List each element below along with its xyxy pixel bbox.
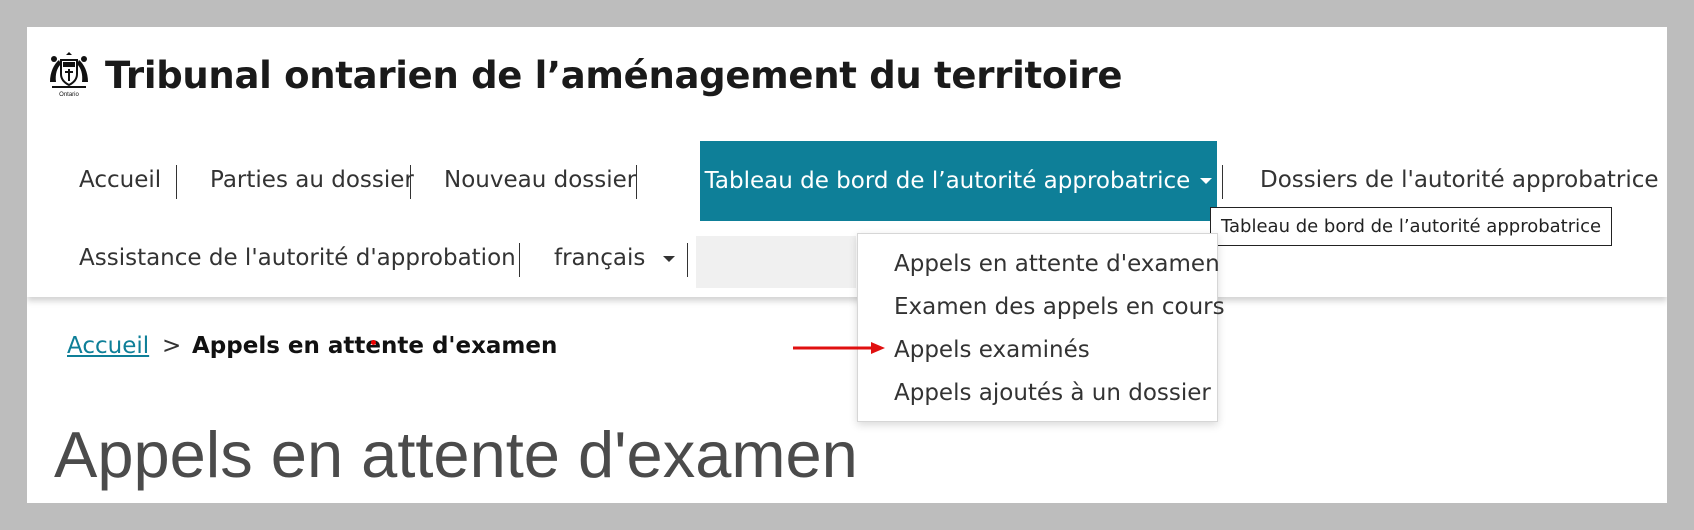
menu-item-examen-en-cours[interactable]: Examen des appels en cours: [894, 294, 1225, 320]
nav-divider: [176, 165, 177, 199]
annotation-dot: [371, 340, 376, 345]
menu-item-appels-examines[interactable]: Appels examinés: [894, 337, 1090, 363]
breadcrumb-current: Appels en attente d'examen: [192, 333, 558, 359]
nav-item-label: Dossiers de l'autorité approbatrice: [1260, 167, 1659, 193]
caret-down-icon: [662, 255, 675, 262]
nav-item-accueil[interactable]: Accueil: [79, 167, 161, 193]
nav-divider: [410, 165, 411, 199]
breadcrumb-home-link[interactable]: Accueil: [67, 333, 149, 359]
nav-item-label: Tableau de bord de l’autorité approbatri…: [704, 168, 1191, 194]
svg-text:Ontario: Ontario: [59, 92, 79, 98]
site-title[interactable]: Tribunal ontarien de l’aménagement du te…: [105, 54, 1122, 97]
page-title: Appels en attente d'examen: [54, 418, 858, 491]
nav-item-parties-au-dossier[interactable]: Parties au dossier: [210, 167, 414, 193]
language-selector[interactable]: français: [554, 245, 675, 271]
nav-tooltip: Tableau de bord de l’autorité approbatri…: [1210, 207, 1613, 246]
dashboard-dropdown-menu: Appels en attente d'examen Examen des ap…: [857, 233, 1225, 422]
breadcrumb-separator: >: [162, 333, 182, 359]
browser-viewport: Ontario Tribunal ontarien de l’aménageme…: [27, 27, 1667, 503]
language-label: français: [554, 245, 646, 271]
nav-item-tableau-de-bord[interactable]: Tableau de bord de l’autorité approbatri…: [700, 141, 1217, 221]
nav-item-dossiers-autorite[interactable]: Dossiers de l'autorité approbatrice: [1260, 167, 1667, 193]
nav-divider: [636, 165, 637, 199]
ontario-logo-icon[interactable]: Ontario: [44, 52, 94, 98]
red-arrow-annotation-icon: [793, 342, 885, 354]
site-header: Ontario Tribunal ontarien de l’aménageme…: [27, 27, 1667, 297]
search-input[interactable]: [696, 236, 856, 288]
nav-item-assistance[interactable]: Assistance de l'autorité d'approbation: [79, 245, 516, 271]
nav-divider: [687, 243, 688, 277]
nav-divider: [519, 243, 520, 277]
menu-item-appels-en-attente[interactable]: Appels en attente d'examen: [894, 251, 1220, 277]
caret-down-icon: [1200, 178, 1213, 184]
nav-item-nouveau-dossier[interactable]: Nouveau dossier: [444, 167, 636, 193]
menu-item-appels-ajoutes[interactable]: Appels ajoutés à un dossier: [894, 380, 1211, 406]
nav-divider: [1222, 165, 1223, 199]
